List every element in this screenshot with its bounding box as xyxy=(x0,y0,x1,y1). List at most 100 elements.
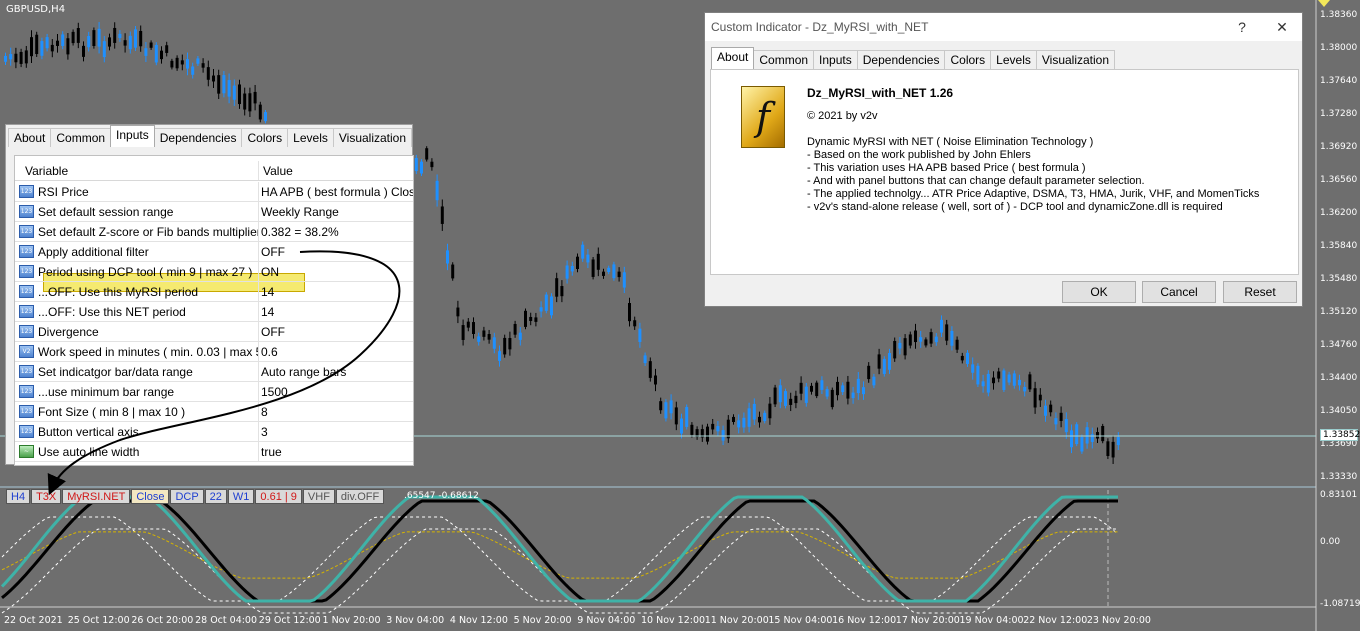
candle-body xyxy=(576,256,579,269)
candle-body xyxy=(175,57,179,69)
param-row[interactable]: 123 Set indicatgor bar/data range Auto ran… xyxy=(15,362,413,382)
param-value[interactable]: OFF xyxy=(259,325,413,339)
smoothing-button[interactable]: T3X xyxy=(31,489,62,504)
reset-button[interactable]: Reset xyxy=(1223,281,1297,303)
param-value[interactable]: Weekly Range xyxy=(259,205,413,219)
candle-body xyxy=(248,93,252,112)
param-value[interactable]: 14 xyxy=(259,285,413,299)
candle-body xyxy=(134,29,137,48)
param-value[interactable]: 14 xyxy=(259,305,413,319)
candle-body xyxy=(612,264,616,279)
candle-body xyxy=(732,416,735,422)
dialog-tab-about[interactable]: About xyxy=(711,47,755,69)
param-row[interactable]: 123 Period using DCP tool ( min 9 | max 2… xyxy=(15,262,413,282)
candle-body xyxy=(513,323,517,335)
candle-body xyxy=(726,419,730,439)
param-row[interactable]: 123 Button vertical axis 3 xyxy=(15,422,413,442)
session-button[interactable]: W1 xyxy=(227,489,255,504)
indicator-logo-icon: f xyxy=(741,86,785,148)
param-row[interactable]: V2 Work speed in minutes ( min. 0.03 | ma… xyxy=(15,342,413,362)
param-type-icon: 123 xyxy=(19,325,34,338)
candle-body xyxy=(711,423,715,430)
param-row[interactable]: 123 ...use minimum bar range 1500 xyxy=(15,382,413,402)
param-row[interactable]: 123 ...OFF: Use this NET period 14 xyxy=(15,302,413,322)
tab-dependencies[interactable]: Dependencies xyxy=(153,128,243,147)
param-type-icon: 123 xyxy=(19,185,34,198)
param-value[interactable]: ON xyxy=(259,265,413,279)
param-value[interactable]: 0.382 = 38.2% xyxy=(259,225,413,239)
param-value[interactable]: true xyxy=(259,445,413,459)
inputs-panel: About Common Inputs Dependencies Colors … xyxy=(5,124,414,466)
param-value[interactable]: 3 xyxy=(259,425,413,439)
tab-colors[interactable]: Colors xyxy=(241,128,289,147)
param-row[interactable]: 123 ...OFF: Use this MyRSI period 14 xyxy=(15,282,413,302)
param-row[interactable]: 123 Set default Z-score or Fib bands mult… xyxy=(15,222,413,242)
time-label: 29 Oct 12:00 xyxy=(258,615,321,626)
param-value[interactable]: 0.6 xyxy=(259,345,413,359)
tab-about[interactable]: About xyxy=(8,128,52,147)
tab-common[interactable]: Common xyxy=(50,128,112,147)
candle-body xyxy=(960,355,964,361)
param-row[interactable]: 123 Set default session range Weekly Range xyxy=(15,202,413,222)
candle-body xyxy=(451,264,455,279)
param-value[interactable]: OFF xyxy=(259,245,413,259)
candle-body xyxy=(841,385,845,393)
time-label: 23 Nov 20:00 xyxy=(1086,615,1151,626)
indicator-name: Dz_MyRSI_with_NET 1.26 xyxy=(807,86,954,100)
indicator-level-label: 0.83101 xyxy=(1320,490,1358,500)
param-row[interactable]: 123 Apply additional filter OFF xyxy=(15,242,413,262)
candle-body xyxy=(836,381,839,396)
param-value[interactable]: Auto range bars xyxy=(259,365,413,379)
indicator-level-label: 0.00 xyxy=(1320,537,1341,547)
multiplier-button[interactable]: 0.61 | 9 xyxy=(255,489,302,504)
ok-button[interactable]: OK xyxy=(1062,281,1136,303)
param-value[interactable]: HA APB ( best formula ) Close xyxy=(259,185,413,199)
candle-body xyxy=(622,272,626,288)
dialog-tab-common[interactable]: Common xyxy=(753,50,815,69)
description-line: - Based on the work published by John Eh… xyxy=(807,149,1031,161)
dialog-tab-levels[interactable]: Levels xyxy=(990,50,1037,69)
candle-body xyxy=(1007,374,1011,383)
dialog-tab-visualization[interactable]: Visualization xyxy=(1035,50,1116,69)
vhf-button[interactable]: VHF xyxy=(302,489,335,504)
candle-body xyxy=(1111,441,1115,458)
divergence-button[interactable]: div.OFF xyxy=(335,489,385,504)
param-name-cell: 123 Apply additional filter xyxy=(15,242,259,261)
close-icon[interactable]: ✕ xyxy=(1262,19,1302,36)
candle-body xyxy=(737,420,741,428)
dialog-tab-inputs[interactable]: Inputs xyxy=(813,50,858,69)
candle-body xyxy=(217,75,221,94)
tab-levels[interactable]: Levels xyxy=(287,128,334,147)
dialog-tab-colors[interactable]: Colors xyxy=(944,50,992,69)
candle-body xyxy=(430,161,434,168)
dcp-button[interactable]: DCP xyxy=(170,489,204,504)
price-button[interactable]: Close xyxy=(131,489,170,504)
candle-body xyxy=(763,412,767,422)
time-label: 19 Nov 04:00 xyxy=(959,615,1024,626)
candle-body xyxy=(440,206,444,224)
cancel-button[interactable]: Cancel xyxy=(1142,281,1216,303)
param-row[interactable]: 123 RSI Price HA APB ( best formula ) Clos… xyxy=(15,182,413,202)
help-icon[interactable]: ? xyxy=(1222,19,1262,35)
param-row[interactable]: 123 Divergence OFF xyxy=(15,322,413,342)
param-name-cell: 123 RSI Price xyxy=(15,182,259,201)
timeframe-button[interactable]: H4 xyxy=(6,489,31,504)
tab-inputs[interactable]: Inputs xyxy=(110,125,155,147)
description-line: - v2v's stand-alone release ( well, sort… xyxy=(807,201,1223,213)
param-value[interactable]: 8 xyxy=(259,405,413,419)
candle-body xyxy=(1116,437,1120,446)
indicator-name-button[interactable]: MyRSI.NET xyxy=(62,489,131,504)
period-button[interactable]: 22 xyxy=(204,489,227,504)
price-level-label: 1.37280 xyxy=(1320,109,1358,119)
param-value[interactable]: 1500 xyxy=(259,385,413,399)
time-label: 22 Oct 2021 xyxy=(4,615,63,626)
dialog-tab-dependencies[interactable]: Dependencies xyxy=(856,50,946,69)
candle-body xyxy=(773,387,777,405)
tab-visualization[interactable]: Visualization xyxy=(332,128,413,147)
param-row[interactable]: 123 Font Size ( min 8 | max 10 ) 8 xyxy=(15,402,413,422)
param-name: Period using DCP tool ( min 9 | max 27 ) xyxy=(38,264,253,279)
time-label: 28 Oct 04:00 xyxy=(195,615,258,626)
param-row[interactable]: ~ Use auto line width true xyxy=(15,442,413,462)
candle-body xyxy=(61,34,65,46)
candle-body xyxy=(997,371,1001,379)
